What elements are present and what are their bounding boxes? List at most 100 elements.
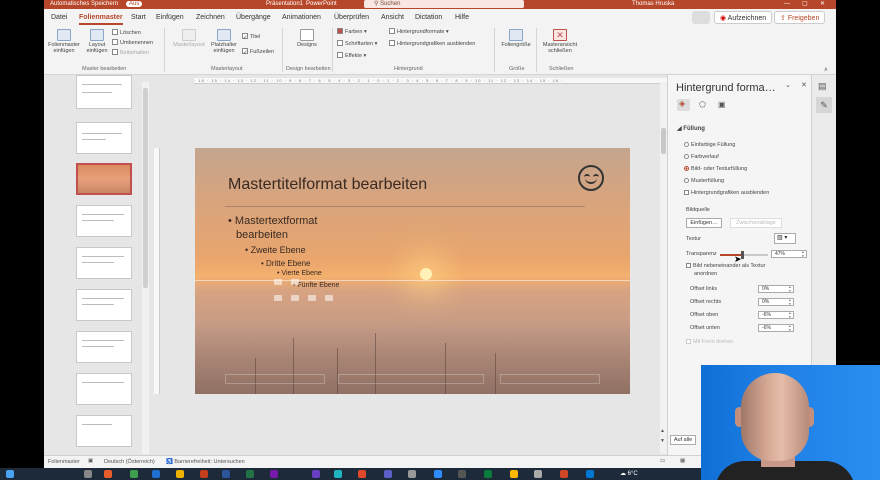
normal-view-icon[interactable]: ▭ — [660, 458, 665, 464]
delete-button[interactable]: Löschen — [112, 29, 141, 37]
master-layout-button[interactable]: Masterlayout — [170, 29, 208, 48]
slide-thumbnail[interactable] — [76, 373, 132, 405]
bullet-level-1[interactable]: • Mastertextformat — [228, 215, 317, 227]
bullet-level-2[interactable]: • Zweite Ebene — [245, 245, 306, 255]
rename-button[interactable]: Umbenennen — [112, 39, 153, 47]
title-checkbox[interactable]: ✓ Titel — [242, 33, 260, 41]
onenote-icon[interactable] — [270, 470, 278, 478]
designs-button[interactable]: Designs — [294, 29, 320, 48]
app-icon[interactable] — [534, 470, 542, 478]
pane-options-icon[interactable]: ⌄ — [785, 81, 791, 89]
user-name[interactable]: Thomas Hruska — [632, 0, 674, 8]
transparency-slider[interactable] — [720, 251, 768, 259]
slide-thumbnail-selected[interactable] — [76, 163, 132, 195]
insert-picture-button[interactable]: Einfügen… — [686, 218, 722, 228]
bullet-level-4[interactable]: • Vierte Ebene — [277, 270, 322, 277]
offset-left-input[interactable]: 0% — [758, 285, 794, 293]
share-button[interactable]: ⇪ Freigeben — [774, 11, 826, 24]
app-icon[interactable] — [384, 470, 392, 478]
slide-thumbnail[interactable] — [76, 331, 132, 363]
scrollbar-thumb[interactable] — [661, 128, 666, 154]
app-icon[interactable] — [408, 470, 416, 478]
icons-icon[interactable] — [325, 295, 333, 301]
fill-tab-icon[interactable]: ◈ — [677, 99, 690, 111]
option-picture-fill[interactable]: Bild- oder Texturfüllung — [684, 166, 747, 173]
slide-thumbnail[interactable] — [76, 205, 132, 237]
offset-right-input[interactable]: 0% — [758, 298, 794, 306]
fill-section-header[interactable]: ◢ Füllung — [677, 126, 705, 133]
slide-thumbnail[interactable] — [76, 289, 132, 321]
word-icon[interactable] — [222, 470, 230, 478]
insert-placeholder-button[interactable]: Platzhalter einfügen — [208, 29, 240, 54]
search-box[interactable]: ⚲ Suchen — [364, 0, 524, 8]
canvas-scrollbar[interactable]: ▲ ▼ — [660, 82, 667, 454]
minimize-button[interactable]: — — [784, 0, 790, 8]
outlook-icon[interactable] — [152, 470, 160, 478]
hide-bg-graphics-checkbox[interactable]: Hintergrundgrafiken ausblenden — [684, 190, 769, 197]
offset-top-input[interactable]: -6% — [758, 311, 794, 319]
pane-close-icon[interactable]: ✕ — [801, 81, 807, 89]
vscode-icon[interactable] — [334, 470, 342, 478]
hide-bg-checkbox[interactable]: Hintergrundgrafiken ausblenden — [389, 40, 475, 48]
autosave-toggle[interactable]: Aus — [126, 1, 143, 7]
app-icon[interactable] — [358, 470, 366, 478]
offset-bottom-input[interactable]: -6% — [758, 324, 794, 332]
bullet-level-5[interactable]: • Fünfte Ebene — [293, 282, 339, 289]
transparency-input[interactable]: 47% — [771, 250, 807, 258]
scrollbar-thumb[interactable] — [143, 88, 148, 288]
preserve-button[interactable]: Beibehalten — [112, 49, 149, 57]
zoom-icon[interactable] — [434, 470, 442, 478]
chart-icon[interactable] — [291, 279, 299, 285]
slide-thumbnail[interactable] — [76, 247, 132, 279]
insert-master-button[interactable]: Folienmaster einfügen — [47, 29, 81, 54]
online-picture-icon[interactable] — [291, 295, 299, 301]
slide-thumbnail[interactable] — [76, 75, 132, 109]
app-icon[interactable] — [458, 470, 466, 478]
effects-tab-icon[interactable]: ⬠ — [699, 100, 706, 109]
effects-dropdown[interactable]: Effekte ▾ — [337, 52, 366, 60]
chrome-icon[interactable] — [130, 470, 138, 478]
option-gradient-fill[interactable]: Farbverlauf — [684, 154, 719, 161]
slide-canvas[interactable]: Mastertitelformat bearbeiten • Mastertex… — [195, 148, 630, 394]
slide-thumbnail[interactable] — [76, 415, 132, 447]
app-icon[interactable] — [560, 470, 568, 478]
tab-zeichnen[interactable]: Zeichnen — [196, 12, 225, 23]
fonts-dropdown[interactable]: Schriftarten ▾ — [337, 40, 377, 48]
master-title[interactable]: Mastertitelformat bearbeiten — [228, 176, 427, 194]
option-pattern-fill[interactable]: Musterfüllung — [684, 178, 724, 185]
tab-datei[interactable]: Datei — [51, 12, 67, 23]
insert-layout-button[interactable]: Layout einfügen — [84, 29, 110, 54]
tab-dictation[interactable]: Dictation — [415, 12, 442, 23]
footer-placeholder[interactable] — [338, 374, 484, 384]
record-button[interactable]: ◉ Aufzeichnen — [714, 11, 773, 24]
excel-icon[interactable] — [246, 470, 254, 478]
format-pane-icon[interactable]: ✎ — [816, 97, 832, 113]
scroll-up-icon[interactable]: ▲ — [660, 428, 665, 434]
bullet-level-1-cont[interactable]: bearbeiten — [236, 229, 288, 241]
tab-start[interactable]: Start — [131, 12, 146, 23]
slide-sorter-icon[interactable]: ▦ — [680, 458, 685, 464]
tab-uebergaenge[interactable]: Übergänge — [236, 12, 271, 23]
thumbnail-scrollbar[interactable] — [142, 82, 149, 454]
app-icon[interactable] — [484, 470, 492, 478]
firefox-icon[interactable] — [104, 470, 112, 478]
tab-folienmaster[interactable]: Folienmaster — [79, 12, 123, 25]
close-master-button[interactable]: ✕ Masteransicht schließen — [540, 29, 580, 54]
tile-checkbox[interactable]: Bild nebeneinander als Textur — [686, 263, 765, 270]
collapse-ribbon-icon[interactable]: ∧ — [824, 66, 828, 73]
slide-thumbnail[interactable] — [76, 122, 132, 154]
slide-number-placeholder[interactable] — [500, 374, 600, 384]
picture-icon[interactable] — [274, 295, 282, 301]
designer-icon[interactable]: ▤ — [818, 81, 827, 92]
slide-size-button[interactable]: Foliengröße — [498, 29, 534, 48]
bg-styles-dropdown[interactable]: Hintergrundformate ▾ — [389, 28, 449, 36]
apply-all-button[interactable]: Auf alle — [670, 435, 696, 445]
tab-animationen[interactable]: Animationen — [282, 12, 321, 23]
spellcheck-icon[interactable]: ▣ — [88, 458, 93, 464]
footer-checkbox[interactable]: ✓ Fußzeilen — [242, 48, 274, 56]
clipboard-button[interactable]: Zwischenablage — [730, 218, 782, 228]
comments-icon[interactable] — [692, 11, 710, 24]
search-taskbar-icon[interactable] — [84, 470, 92, 478]
picture-tab-icon[interactable]: ▣ — [718, 100, 726, 109]
tab-ansicht[interactable]: Ansicht — [381, 12, 404, 23]
